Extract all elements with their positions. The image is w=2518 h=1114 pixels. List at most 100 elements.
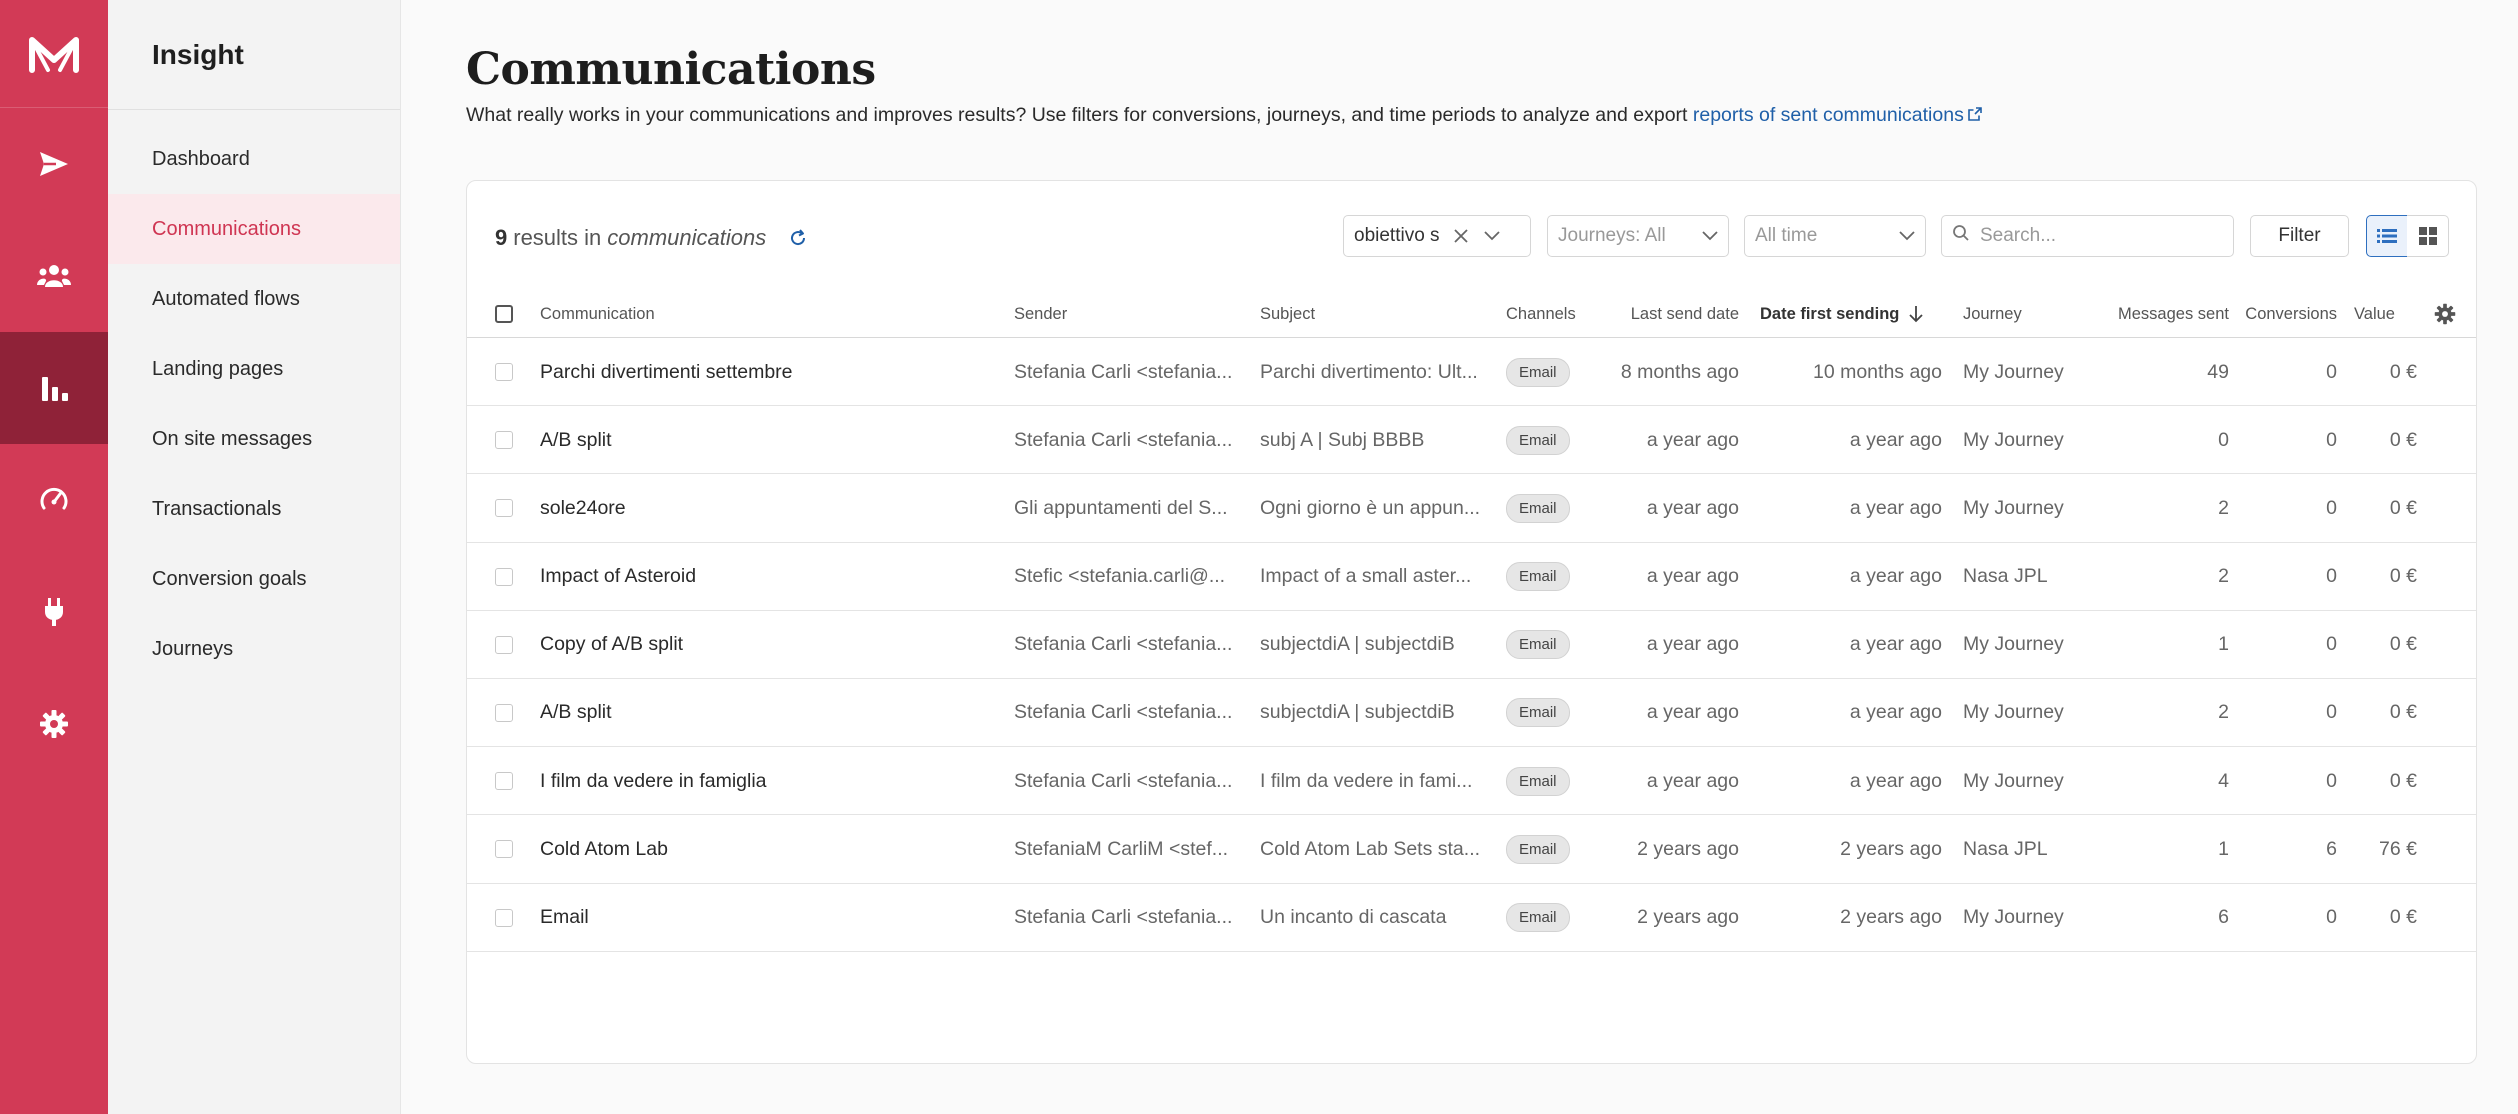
reports-link[interactable]: reports of sent communications: [1693, 104, 1982, 126]
goal-filter-select[interactable]: obiettivo s: [1343, 215, 1531, 257]
conversions-cell: 0: [2326, 906, 2337, 928]
conversions-cell: 0: [2326, 428, 2337, 451]
goal-filter-value: obiettivo s: [1354, 225, 1440, 246]
row-checkbox[interactable]: [495, 338, 513, 406]
channel-cell: Email: [1506, 406, 1570, 474]
nav-item-dashboard[interactable]: Dashboard: [108, 124, 400, 194]
nav-item-automated-flows[interactable]: Automated flows: [108, 264, 400, 334]
checkbox: [495, 703, 513, 722]
subject-text: Ogni giorno è un appun...: [1260, 496, 1481, 519]
table-row[interactable]: Cold Atom Lab StefaniaM CarliM <stef... Co…: [467, 815, 2476, 884]
table-row[interactable]: Impact of Asteroid Stefic <stefania.carli…: [467, 543, 2476, 611]
col-messages-sent[interactable]: Messages sent: [2077, 291, 2229, 337]
time-period-select[interactable]: All time: [1744, 215, 1926, 257]
checkbox: [495, 363, 513, 381]
search-input[interactable]: Search...: [1941, 215, 2234, 257]
row-checkbox[interactable]: [495, 884, 513, 952]
communication-name[interactable]: A/B split: [540, 406, 1000, 474]
communication-name[interactable]: Email: [540, 884, 1000, 952]
channel-badge: Email: [1506, 834, 1570, 864]
channel-cell: Email: [1506, 884, 1570, 952]
table-row[interactable]: A/B split Stefania Carli <stefania... subj…: [467, 406, 2476, 475]
sender-text: Gli appuntamenti del S...: [1014, 496, 1228, 519]
rail-performance[interactable]: [0, 444, 108, 556]
row-checkbox[interactable]: [495, 474, 513, 542]
filter-button[interactable]: Filter: [2250, 215, 2349, 257]
table-row[interactable]: A/B split Stefania Carli <stefania... subj…: [467, 679, 2476, 748]
table-row[interactable]: Parchi divertimenti settembre Stefania Ca…: [467, 338, 2476, 407]
col-value[interactable]: Value: [2354, 291, 2395, 337]
col-communication[interactable]: Communication: [540, 291, 655, 337]
table-row[interactable]: I film da vedere in famiglia Stefania Car…: [467, 747, 2476, 816]
communication-name[interactable]: Cold Atom Lab: [540, 815, 1000, 883]
first-send-date: a year ago: [1849, 701, 1942, 724]
channel-cell: Email: [1506, 543, 1570, 611]
journey-cell: My Journey: [1963, 906, 2064, 928]
row-checkbox[interactable]: [495, 611, 513, 679]
checkbox: [495, 840, 513, 859]
col-subject[interactable]: Subject: [1260, 291, 1315, 337]
row-checkbox[interactable]: [495, 543, 513, 611]
channel-cell: Email: [1506, 338, 1570, 406]
first-send-date: a year ago: [1849, 428, 1942, 451]
nav-item-conversion-goals[interactable]: Conversion goals: [108, 544, 400, 614]
refresh-icon[interactable]: [788, 228, 808, 248]
checkbox: [495, 499, 513, 518]
sender-text: Stefania Carli <stefania...: [1014, 906, 1233, 928]
messages-sent: 1: [2218, 633, 2229, 656]
col-journey[interactable]: Journey: [1963, 291, 2022, 337]
row-checkbox[interactable]: [495, 815, 513, 883]
rail-send[interactable]: [0, 108, 108, 220]
nav-item-on-site-messages[interactable]: On site messages: [108, 404, 400, 474]
communication-name[interactable]: sole24ore: [540, 474, 1000, 542]
communication-name[interactable]: Copy of A/B split: [540, 611, 1000, 679]
rail-insight[interactable]: [0, 332, 108, 444]
table-row[interactable]: Email Stefania Carli <stefania... Un incan…: [467, 884, 2476, 952]
journeys-select[interactable]: Journeys: All: [1547, 215, 1729, 257]
row-checkbox[interactable]: [495, 406, 513, 474]
sender-cell: Stefania Carli <stefania...: [1014, 884, 1246, 952]
nav-item-journeys[interactable]: Journeys: [108, 614, 400, 684]
section-title: Insight: [108, 0, 400, 110]
communication-name[interactable]: I film da vedere in famiglia: [540, 747, 1000, 815]
subject-cell: Ogni giorno è un appun...: [1260, 474, 1494, 542]
rail-integrations[interactable]: [0, 556, 108, 668]
sender-text: Stefania Carli <stefania...: [1014, 633, 1233, 656]
conversions-cell: 0: [2326, 360, 2337, 383]
col-sender[interactable]: Sender: [1014, 291, 1067, 337]
grid-view-button[interactable]: [2407, 215, 2449, 257]
communication-name[interactable]: A/B split: [540, 679, 1000, 747]
last-send-date: a year ago: [1646, 769, 1739, 792]
app-logo[interactable]: [0, 0, 108, 108]
sender-cell: StefaniaM CarliM <stef...: [1014, 815, 1246, 883]
col-conversions[interactable]: Conversions: [2227, 291, 2337, 337]
channel-badge: Email: [1506, 562, 1570, 592]
rail-settings[interactable]: [0, 668, 108, 780]
value-cell: 0 €: [2389, 701, 2417, 724]
communication-name[interactable]: Impact of Asteroid: [540, 543, 1000, 611]
clear-icon[interactable]: [1453, 229, 1468, 243]
row-checkbox[interactable]: [495, 679, 513, 747]
col-channels[interactable]: Channels: [1506, 291, 1576, 337]
table-row[interactable]: sole24ore Gli appuntamenti del S... Ogni g…: [467, 474, 2476, 543]
col-first-send[interactable]: Date first sending: [1760, 291, 1923, 337]
checkbox: [495, 635, 513, 654]
grid-icon: [2418, 227, 2437, 245]
channel-badge: Email: [1506, 630, 1570, 660]
select-all-checkbox[interactable]: [495, 291, 513, 337]
rail-contacts[interactable]: [0, 220, 108, 332]
checkbox: [495, 908, 513, 927]
table-row[interactable]: Copy of A/B split Stefania Carli <stefani…: [467, 611, 2476, 679]
journeys-placeholder: Journeys: All: [1558, 225, 1666, 246]
nav-item-landing-pages[interactable]: Landing pages: [108, 334, 400, 404]
col-last-send[interactable]: Last send date: [1577, 291, 1739, 337]
columns-settings-icon[interactable]: [2434, 291, 2456, 337]
nav-item-transactionals[interactable]: Transactionals: [108, 474, 400, 544]
nav-item-communications[interactable]: Communications: [108, 194, 400, 264]
list-view-button[interactable]: [2366, 215, 2408, 257]
subject-text: subj A | Subj BBBB: [1260, 428, 1425, 451]
communication-name[interactable]: Parchi divertimenti settembre: [540, 338, 1000, 406]
last-send-date: a year ago: [1646, 428, 1739, 451]
row-checkbox[interactable]: [495, 747, 513, 815]
messages-sent: 4: [2218, 769, 2229, 792]
